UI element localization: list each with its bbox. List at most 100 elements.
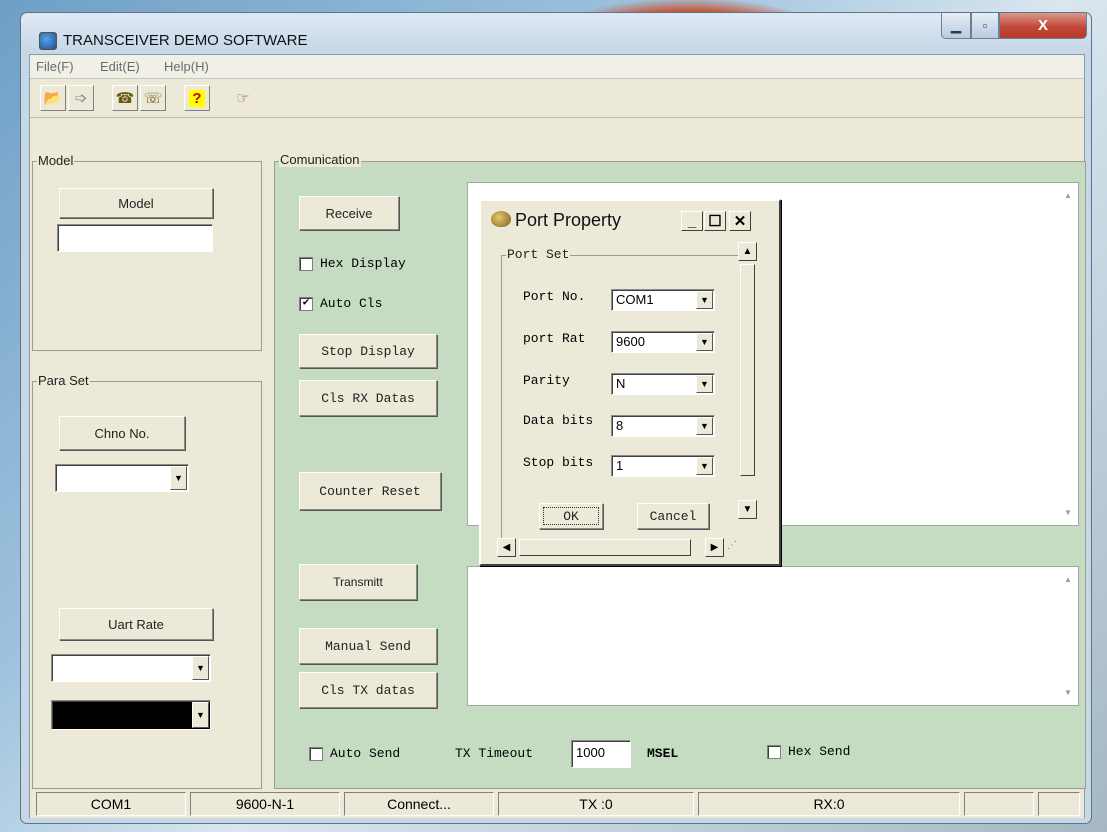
disconnect-button[interactable]: ☏ (140, 85, 166, 111)
status-port: COM1 (36, 792, 186, 816)
chevron-down-icon[interactable]: ▼ (170, 466, 187, 490)
menu-help[interactable]: Help(H) (164, 59, 209, 74)
auto-cls-checkbox[interactable]: ✔ Auto Cls (299, 296, 382, 311)
model-group-label: Model (37, 153, 75, 168)
parity-label: Parity (523, 373, 570, 388)
dialog-maximize-button[interactable]: ☐ (704, 211, 726, 231)
chevron-down-icon[interactable]: ▼ (192, 702, 209, 728)
connect-button[interactable]: ☎ (112, 85, 138, 111)
pointer-button[interactable]: ☞ (230, 85, 256, 111)
tx-timeout-label: TX Timeout (455, 746, 534, 761)
cls-rx-button[interactable]: Cls RX Datas (299, 380, 437, 416)
menu-bar: File(F) Edit(E) Help(H) (30, 55, 1084, 79)
rx-scrollbar[interactable]: ▲ ▼ (1061, 183, 1078, 525)
dialog-horizontal-scrollbar[interactable]: ◀ ▶ ⋰ (497, 538, 741, 557)
port-no-select[interactable]: COM1 ▼ (611, 289, 715, 311)
chevron-down-icon[interactable]: ▼ (696, 291, 713, 309)
auto-send-box[interactable] (309, 746, 323, 761)
model-field[interactable] (57, 224, 213, 252)
data-bits-value: 8 (616, 418, 624, 433)
chevron-down-icon[interactable]: ▼ (192, 656, 209, 680)
hex-display-box[interactable] (299, 256, 313, 271)
phone-connect-icon: ☎ (115, 90, 135, 107)
counter-reset-button[interactable]: Counter Reset (299, 472, 441, 510)
scroll-up-icon[interactable]: ▲ (738, 242, 757, 261)
parity-select[interactable]: N ▼ (611, 373, 715, 395)
parity-value: N (616, 376, 626, 391)
cancel-button[interactable]: Cancel (637, 503, 709, 529)
open-file-button[interactable]: 📂 (40, 85, 66, 111)
port-rate-select[interactable]: 9600 ▼ (611, 331, 715, 353)
dialog-vertical-scrollbar[interactable]: ▲ ▼ (738, 242, 757, 544)
hex-display-checkbox[interactable]: Hex Display (299, 256, 406, 271)
transmit-button[interactable]: Transmitt (299, 564, 417, 600)
menu-file[interactable]: File(F) (36, 59, 74, 74)
ok-button[interactable]: OK (539, 503, 603, 529)
cls-tx-button[interactable]: Cls TX datas (299, 672, 437, 708)
scroll-down-icon[interactable]: ▼ (1064, 508, 1072, 517)
status-bar: COM1 9600-N-1 Connect... TX :0 RX:0 (30, 790, 1084, 818)
port-no-value: COM1 (616, 292, 654, 307)
para-set-label: Para Set (37, 373, 90, 388)
uart-rate-button[interactable]: Uart Rate (59, 608, 213, 640)
close-icon: X (1037, 17, 1048, 34)
open-file-icon: 📂 (43, 90, 63, 107)
close-button[interactable]: X (999, 13, 1087, 39)
scroll-down-icon[interactable]: ▼ (1064, 688, 1072, 697)
stop-display-button[interactable]: Stop Display (299, 334, 437, 368)
port-rate-label: port Rat (523, 331, 586, 346)
color-select[interactable]: ▼ (51, 700, 211, 730)
tx-scrollbar[interactable]: ▲ ▼ (1061, 567, 1078, 705)
scroll-up-icon[interactable]: ▲ (1064, 191, 1072, 200)
hex-send-checkbox[interactable]: Hex Send (767, 744, 850, 759)
minimize-button[interactable]: ▁ (941, 13, 971, 39)
save-file-button[interactable]: ➩ (68, 85, 94, 111)
help-button[interactable]: ? (184, 85, 210, 111)
model-button[interactable]: Model (59, 188, 213, 218)
scroll-up-icon[interactable]: ▲ (1064, 575, 1072, 584)
chevron-down-icon[interactable]: ▼ (696, 457, 713, 475)
para-set-group: Para Set Chno No. ▼ Uart Rate ▼ ▼ (32, 373, 262, 789)
scroll-down-icon[interactable]: ▼ (738, 500, 757, 519)
title-bar[interactable]: TRANSCEIVER DEMO SOFTWARE ▁ ▫ X (21, 13, 1091, 55)
auto-send-checkbox[interactable]: Auto Send (309, 746, 400, 761)
check-icon[interactable]: ✔ (299, 296, 313, 311)
help-icon: ? (189, 89, 205, 107)
scroll-right-icon[interactable]: ▶ (705, 538, 724, 557)
chevron-down-icon[interactable]: ▼ (696, 375, 713, 393)
resize-grip-icon[interactable]: ⋰ (727, 540, 741, 554)
tx-textarea[interactable]: ▲ ▼ (467, 566, 1079, 706)
chevron-down-icon[interactable]: ▼ (696, 333, 713, 351)
hex-send-box[interactable] (767, 744, 781, 759)
auto-send-label: Auto Send (330, 746, 401, 761)
chevron-down-icon[interactable]: ▼ (696, 417, 713, 435)
uart-rate-select[interactable]: ▼ (51, 654, 211, 682)
maximize-button[interactable]: ▫ (971, 13, 999, 39)
chno-select[interactable]: ▼ (55, 464, 189, 492)
dialog-title: Port Property (515, 210, 622, 230)
app-icon (39, 32, 57, 50)
data-bits-select[interactable]: 8 ▼ (611, 415, 715, 437)
port-set-area: Port Set Port No. COM1 ▼ port Rat 9600 ▼… (497, 241, 751, 543)
menu-edit[interactable]: Edit(E) (100, 59, 140, 74)
window-title: TRANSCEIVER DEMO SOFTWARE (63, 32, 308, 49)
hex-send-label: Hex Send (788, 744, 851, 759)
dialog-close-button[interactable]: ✕ (729, 211, 751, 231)
port-rate-value: 9600 (616, 334, 645, 349)
manual-send-button[interactable]: Manual Send (299, 628, 437, 664)
dialog-scroll-thumb[interactable] (740, 264, 755, 476)
close-icon: ✕ (733, 213, 747, 230)
tx-timeout-input[interactable]: 1000 (571, 740, 631, 768)
port-property-dialog: Port Property _ ☐ ✕ Port Set Port No. CO… (479, 199, 781, 566)
dialog-title-bar[interactable]: Port Property _ ☐ ✕ (481, 201, 779, 235)
scroll-left-icon[interactable]: ◀ (497, 538, 516, 557)
msel-label: MSEL (647, 746, 679, 761)
port-no-label: Port No. (523, 289, 586, 304)
receive-button[interactable]: Receive (299, 196, 399, 230)
dialog-hscroll-thumb[interactable] (519, 539, 691, 556)
stop-bits-label: Stop bits (523, 455, 594, 470)
dialog-minimize-button[interactable]: _ (681, 211, 703, 231)
status-rx: RX:0 (698, 792, 960, 816)
chno-button[interactable]: Chno No. (59, 416, 185, 450)
stop-bits-select[interactable]: 1 ▼ (611, 455, 715, 477)
